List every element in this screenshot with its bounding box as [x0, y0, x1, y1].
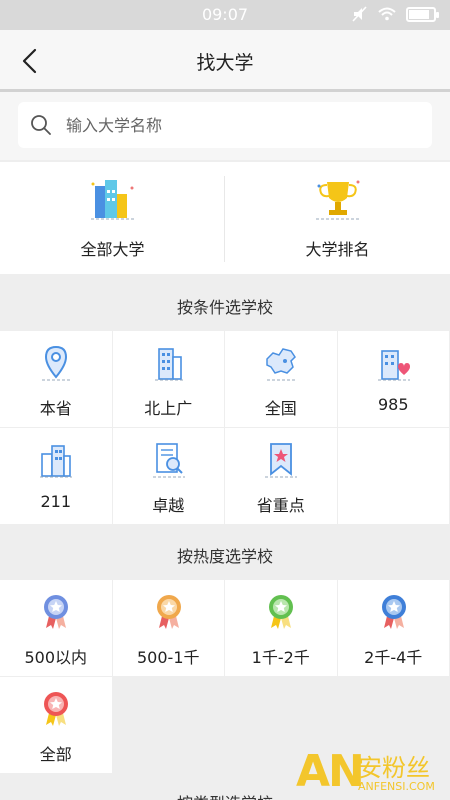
watermark-letters: AN [296, 746, 365, 797]
filter-label: 北上广 [144, 399, 193, 418]
medal-icon [381, 595, 406, 629]
top-categories: 全部大学 大学排名 [0, 162, 450, 274]
university-ranking-label: 大学排名 [305, 240, 370, 259]
condition-grid: 本省 北上广 全国 985 211 卓越 省重点 [0, 331, 450, 525]
popularity-label: 500以内 [24, 648, 88, 667]
watermark-url: ANFENSI.COM [358, 780, 435, 793]
search-input[interactable] [66, 102, 416, 148]
filter-label: 省重点 [256, 496, 305, 515]
section-title-popularity: 按热度选学校 [176, 547, 273, 566]
empty-cell [337, 428, 450, 525]
status-icons [352, 6, 439, 22]
popularity-all[interactable]: 全部 [0, 677, 113, 774]
page-title: 找大学 [196, 52, 254, 74]
filter-label: 985 [377, 395, 409, 414]
popularity-label: 1千-2千 [251, 648, 310, 667]
university-ranking-button[interactable]: 大学排名 [225, 162, 450, 274]
medal-icon [44, 595, 68, 629]
bar-chart-icon [90, 180, 135, 220]
section-title-condition: 按条件选学校 [176, 298, 273, 317]
nav-bar: 找大学 [0, 30, 450, 92]
all-universities-label: 全部大学 [80, 240, 145, 259]
china-map-icon [266, 348, 296, 381]
trophy-icon [315, 180, 360, 220]
popularity-1k-2k[interactable]: 1千-2千 [225, 580, 338, 677]
wifi-icon [378, 7, 396, 21]
mute-icon [352, 6, 367, 22]
popularity-500-1k[interactable]: 500-1千 [112, 580, 225, 677]
medal-icon [269, 595, 293, 629]
search-area [0, 92, 450, 160]
city-buildings-icon [154, 348, 183, 381]
search-icon [31, 115, 51, 135]
filter-home-province[interactable]: 本省 [0, 331, 113, 428]
status-bar: 09:07 [0, 0, 450, 30]
building-heart-icon [377, 350, 410, 381]
popularity-label: 全部 [39, 745, 72, 764]
filter-985[interactable]: 985 [337, 331, 450, 428]
filter-label: 211 [40, 492, 72, 511]
medal-icon [44, 692, 68, 726]
filter-nationwide[interactable]: 全国 [225, 331, 338, 428]
watermark-chinese: 安粉丝 [358, 754, 430, 782]
filter-beijing-shanghai-guangzhou[interactable]: 北上广 [112, 331, 225, 428]
watermark-logo: AN 安粉丝 ANFENSI.COM [296, 746, 444, 798]
battery-icon [406, 6, 439, 22]
filter-provincial-key[interactable]: 省重点 [225, 428, 338, 525]
filter-211[interactable]: 211 [0, 428, 113, 525]
popularity-grid: 500以内 500-1千 1千-2千 2千-4千 全部 [0, 580, 450, 774]
bookmark-star-icon [265, 443, 297, 478]
popularity-label: 500-1千 [137, 648, 200, 667]
document-search-icon [152, 443, 185, 478]
medal-icon [156, 595, 181, 629]
all-universities-button[interactable]: 全部大学 [0, 162, 225, 274]
filter-excellence[interactable]: 卓越 [112, 428, 225, 525]
popularity-2k-4k[interactable]: 2千-4千 [337, 580, 450, 677]
filter-label: 全国 [264, 399, 297, 418]
popularity-under-500[interactable]: 500以内 [0, 580, 113, 677]
search-box[interactable] [18, 102, 432, 148]
filter-label: 本省 [39, 399, 72, 418]
school-buildings-icon [40, 445, 72, 478]
popularity-label: 2千-4千 [364, 648, 423, 667]
filter-label: 卓越 [152, 496, 185, 515]
location-pin-icon [42, 345, 70, 381]
